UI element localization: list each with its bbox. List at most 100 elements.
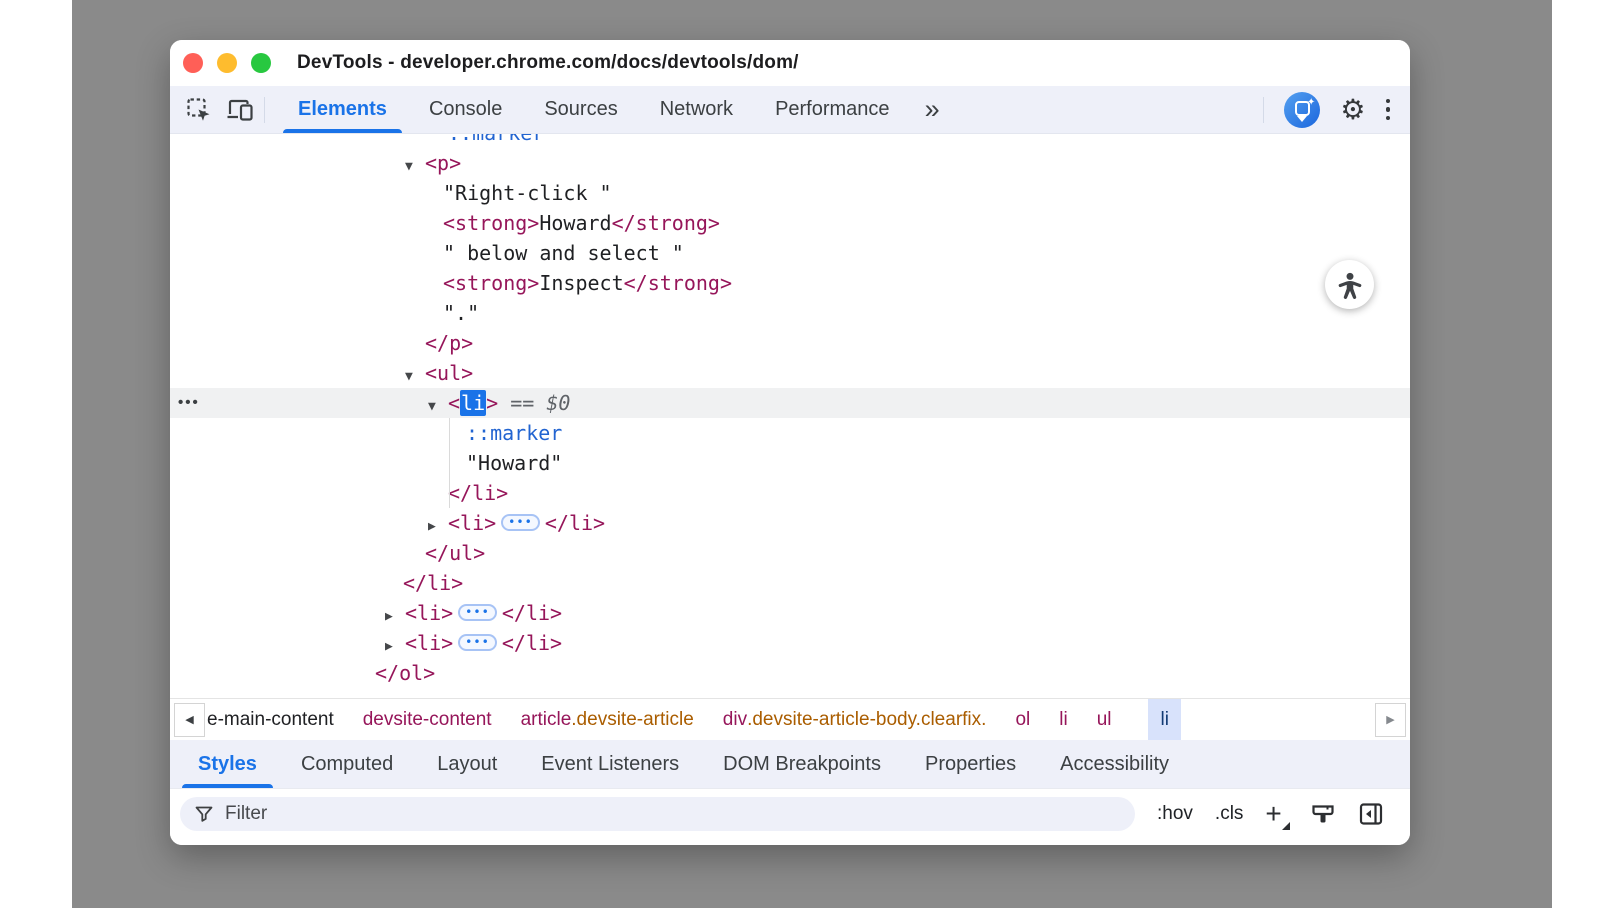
toolbar-right-divider xyxy=(1263,97,1264,123)
dom-tree-row[interactable]: "." xyxy=(170,298,1410,328)
breadcrumb: e-main-content devsite-content article.dev… xyxy=(205,699,1193,740)
dom-tree-row[interactable]: <strong>Inspect</strong> xyxy=(170,268,1410,298)
dom-tree-row[interactable]: ▶<li>•••</li> xyxy=(170,508,1410,538)
dom-token-tag: </strong> xyxy=(624,271,732,295)
breadcrumb-part: ol xyxy=(1015,709,1030,731)
dom-token-tag: <strong> xyxy=(443,271,539,295)
dom-tree-row[interactable]: "Howard" xyxy=(170,448,1410,478)
accessibility-fab[interactable] xyxy=(1325,260,1374,309)
dom-tree-row[interactable]: </ol> xyxy=(170,658,1410,688)
breadcrumb-item[interactable]: div.devsite-article-body.clearfix. xyxy=(721,699,989,740)
dom-token-tag: <li> xyxy=(405,601,453,625)
breadcrumb-part: .devsite-article xyxy=(571,709,694,731)
breadcrumb-item[interactable]: ol xyxy=(1013,699,1032,740)
sidebar-tab-styles[interactable]: Styles xyxy=(176,740,279,788)
element-classes-button[interactable]: .cls xyxy=(1215,803,1244,825)
dom-token-text: "Right-click " xyxy=(443,181,612,205)
tab-console[interactable]: Console xyxy=(408,86,523,133)
collapsed-children-ellipsis-button[interactable]: ••• xyxy=(458,604,497,621)
devtools-window: DevTools - developer.chrome.com/docs/dev… xyxy=(170,40,1410,845)
paint-brush-icon[interactable] xyxy=(1310,801,1336,827)
toggle-element-state-button[interactable]: :hov xyxy=(1157,803,1193,825)
breadcrumb-scroll-right-button[interactable]: ▶ xyxy=(1375,703,1406,737)
dom-token-tag: < xyxy=(448,391,460,415)
collapsed-children-ellipsis-button[interactable]: ••• xyxy=(501,514,540,531)
dom-token-text: "Howard" xyxy=(466,451,562,475)
dom-token-tag: </strong> xyxy=(612,211,720,235)
dom-tree-row[interactable]: </ul> xyxy=(170,538,1410,568)
breadcrumb-part: article xyxy=(521,709,572,731)
ai-assistance-button[interactable]: ✦ xyxy=(1284,92,1320,128)
zoom-window-button[interactable] xyxy=(251,53,271,73)
dom-tree-row[interactable]: </li> xyxy=(170,568,1410,598)
sidebar-tab-event-listeners[interactable]: Event Listeners xyxy=(519,740,701,788)
traffic-lights xyxy=(170,53,271,73)
collapsed-children-ellipsis-button[interactable]: ••• xyxy=(458,634,497,651)
tab-sources[interactable]: Sources xyxy=(523,86,638,133)
devtools-main-toolbar: ElementsConsoleSourcesNetworkPerformance… xyxy=(170,86,1410,134)
breadcrumb-item[interactable]: devsite-content xyxy=(361,699,494,740)
dom-token-text: " below and select " xyxy=(443,241,684,265)
dom-token-tag: <ul> xyxy=(425,361,473,385)
breadcrumb-item-selected[interactable]: li xyxy=(1148,699,1180,740)
dom-tree-row[interactable]: </p> xyxy=(170,328,1410,358)
breadcrumb-part: devsite-content xyxy=(363,709,492,731)
dom-tree-row-selected[interactable]: •••▼<li> == $0 xyxy=(170,388,1410,418)
dom-tree-row[interactable]: ▼<p> xyxy=(170,148,1410,178)
inspect-element-icon[interactable] xyxy=(186,97,212,123)
sidebar-tabs: StylesComputedLayoutEvent ListenersDOM B… xyxy=(170,740,1410,788)
window-title: DevTools - developer.chrome.com/docs/dev… xyxy=(297,52,799,74)
dom-token-tag: <p> xyxy=(425,151,461,175)
dom-tree-row[interactable]: <strong>Howard</strong> xyxy=(170,208,1410,238)
breadcrumb-item[interactable]: article.devsite-article xyxy=(519,699,696,740)
breadcrumb-part: div xyxy=(723,709,747,731)
breadcrumb-bar: ◀ e-main-content devsite-content article.d… xyxy=(170,698,1410,740)
dom-token-tag: <li> xyxy=(448,511,496,535)
sidebar-tab-dom-breakpoints[interactable]: DOM Breakpoints xyxy=(701,740,903,788)
minimize-window-button[interactable] xyxy=(217,53,237,73)
more-panels-chevron[interactable]: » xyxy=(911,86,954,133)
window-titlebar: DevTools - developer.chrome.com/docs/dev… xyxy=(170,40,1410,86)
dom-token-dollar: $0 xyxy=(546,391,570,415)
row-overflow-dots-icon[interactable]: ••• xyxy=(178,388,200,418)
dom-token-pseudo: ::marker xyxy=(466,421,562,445)
tab-network[interactable]: Network xyxy=(639,86,754,133)
sidebar-tab-computed[interactable]: Computed xyxy=(279,740,415,788)
toggle-device-toolbar-icon[interactable] xyxy=(226,98,254,122)
more-options-kebab-icon[interactable] xyxy=(1386,99,1391,121)
close-window-button[interactable] xyxy=(183,53,203,73)
dom-token-tag: <strong> xyxy=(443,211,539,235)
dom-tree-row[interactable]: ::marker xyxy=(170,134,1410,148)
dom-tree-row[interactable]: ▶<li>•••</li> xyxy=(170,628,1410,658)
dom-token-eq: == xyxy=(498,391,546,415)
sidebar-tab-layout[interactable]: Layout xyxy=(415,740,519,788)
dom-token-tag-hl: li xyxy=(460,390,486,416)
breadcrumb-scroll-left-button[interactable]: ◀ xyxy=(174,703,205,737)
dock-side-icon[interactable] xyxy=(1358,801,1384,827)
new-style-rule-button[interactable]: + xyxy=(1265,800,1287,828)
dom-token-tag: </p> xyxy=(425,331,473,355)
settings-gear-icon[interactable]: ⚙ xyxy=(1340,96,1365,124)
toolbar-divider xyxy=(264,97,265,123)
dom-tree-row[interactable]: ▶<li>•••</li> xyxy=(170,598,1410,628)
styles-filter-input[interactable]: Filter xyxy=(180,797,1135,831)
filter-placeholder: Filter xyxy=(225,803,267,825)
dom-tree-row[interactable]: ▼<ul> xyxy=(170,358,1410,388)
breadcrumb-item[interactable]: ul xyxy=(1095,699,1114,740)
tab-performance[interactable]: Performance xyxy=(754,86,911,133)
breadcrumb-item[interactable]: li xyxy=(1057,699,1069,740)
dom-tree-row[interactable]: " below and select " xyxy=(170,238,1410,268)
sidebar-tab-accessibility[interactable]: Accessibility xyxy=(1038,740,1191,788)
breadcrumb-item[interactable]: e-main-content xyxy=(205,699,336,740)
dom-tree-row[interactable]: ::marker xyxy=(170,418,1410,448)
breadcrumb-part: li xyxy=(1160,709,1168,731)
dom-tree-row[interactable]: </li> xyxy=(170,478,1410,508)
dom-token-tag: <li> xyxy=(405,631,453,655)
sidebar-tab-properties[interactable]: Properties xyxy=(903,740,1038,788)
dom-tree-row[interactable]: "Right-click " xyxy=(170,178,1410,208)
dom-token-pseudo: ::marker xyxy=(448,134,544,145)
breadcrumb-part: ul xyxy=(1097,709,1112,731)
tab-elements[interactable]: Elements xyxy=(277,86,408,133)
dom-token-tag: </li> xyxy=(502,601,562,625)
styles-filter-toolbar: Filter :hov .cls + xyxy=(170,788,1410,845)
